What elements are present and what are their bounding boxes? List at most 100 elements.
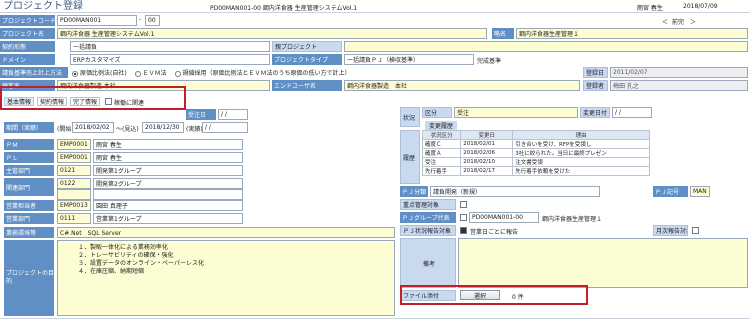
code-label: プロジェクトコード bbox=[0, 15, 55, 26]
code-suffix-input[interactable]: 00 bbox=[145, 15, 160, 26]
radio-cost-ratio[interactable] bbox=[72, 70, 78, 77]
important-checkbox[interactable] bbox=[460, 201, 467, 208]
enduser-label: エンドユーザ名 bbox=[272, 80, 342, 91]
group-checkbox[interactable] bbox=[460, 214, 467, 221]
period-end-input[interactable]: 2018/12/30 bbox=[142, 122, 184, 133]
report-checkbox[interactable] bbox=[460, 227, 467, 234]
abbr-input[interactable]: 鋼内洋食器生産管理１ bbox=[516, 28, 748, 39]
period-start-input[interactable]: 2018/02/02 bbox=[72, 122, 114, 133]
sales-mgr-name: 園田 真理子 bbox=[93, 200, 243, 211]
period-actual-input[interactable]: / / bbox=[202, 122, 248, 133]
table-row[interactable]: 確度Ｃ 2018/02/01 引き合いを受け、RFPを受領し bbox=[421, 139, 650, 149]
parent-label: 親プロジェクト bbox=[272, 41, 342, 52]
remarks-label: 備考 bbox=[400, 238, 456, 288]
report-value: 営業日ごとに報告 bbox=[470, 229, 519, 236]
reg-date-label: 登録日 bbox=[583, 67, 608, 78]
page-title: プロジェクト登録 bbox=[3, 1, 83, 12]
history-header-date: 変更日 bbox=[460, 130, 514, 140]
rel-dept-label: 関連部門 bbox=[4, 178, 54, 196]
code-input[interactable]: PD00MAN001 bbox=[57, 15, 137, 26]
abbr-label: 略名 bbox=[492, 28, 514, 39]
important-label: 重点管理対象 bbox=[400, 199, 456, 210]
history-table: 状況区分 変更日 理由 確度Ｃ 2018/02/01 引き合いを受け、RFPを受領し… bbox=[421, 130, 650, 176]
domain-label: ドメイン bbox=[0, 54, 55, 65]
monthly-label: 月次報告対象 bbox=[653, 225, 688, 236]
period-sep: 〜(見込) bbox=[116, 126, 139, 133]
tabs-highlight bbox=[0, 86, 186, 110]
bottom-divider bbox=[0, 318, 750, 319]
group-code[interactable]: PD00MAN001-00 bbox=[469, 212, 539, 223]
pj-class-select[interactable]: 請負開発（新規） bbox=[430, 186, 600, 197]
pj-sign-label: ＰＪ記号 bbox=[653, 186, 688, 197]
sales-mgr-code[interactable]: EMP0013 bbox=[57, 200, 91, 211]
history-title: 変更履歴 bbox=[425, 121, 458, 130]
history-header-reason: 理由 bbox=[512, 130, 650, 140]
group-label: ＰＪグループ代表 bbox=[400, 212, 456, 223]
name-label: プロジェクト名 bbox=[0, 28, 55, 39]
file-highlight bbox=[400, 285, 588, 305]
parent-input[interactable] bbox=[344, 41, 748, 52]
name-input[interactable]: 鋼内洋食器 生産管理システムVol.1 bbox=[57, 28, 487, 39]
radio-evm[interactable] bbox=[134, 70, 141, 77]
registrant-label: 登録者 bbox=[583, 80, 608, 91]
domain-select[interactable]: ERPカスタマイズ bbox=[70, 54, 270, 65]
monthly-checkbox[interactable] bbox=[692, 227, 699, 234]
purpose-line-4: ４．在庫圧縮、納期短縮 bbox=[78, 268, 145, 275]
table-row[interactable]: 先行着手 2018/02/17 先行着手依頼を受けた bbox=[421, 166, 650, 176]
history-side-label: 履歴 bbox=[400, 130, 420, 184]
pj-sign-input[interactable]: MAN bbox=[690, 186, 710, 197]
rel-dept-name-2 bbox=[93, 189, 243, 200]
change-date-input[interactable]: / / bbox=[612, 107, 652, 118]
ptype-select[interactable]: 一括請負ＰＪ（検収基準） bbox=[344, 54, 474, 65]
sales-dept-label: 営業部門 bbox=[4, 213, 54, 224]
contract-label: 契約形態 bbox=[0, 41, 55, 52]
sales-dept-code[interactable]: 0111 bbox=[57, 213, 91, 224]
pj-class-label: ＰＪ分類 bbox=[400, 186, 428, 197]
contract-select[interactable]: 一括請負 bbox=[70, 41, 270, 52]
pl-code[interactable]: EMP0001 bbox=[57, 152, 91, 163]
env-input[interactable]: C#.Net SQL Server bbox=[57, 227, 395, 238]
due-input[interactable]: / / bbox=[218, 109, 248, 120]
radio-low-cost[interactable] bbox=[174, 70, 181, 77]
period-actual-label: (実績) bbox=[186, 126, 203, 133]
change-date-label: 変更日付 bbox=[580, 107, 610, 118]
purpose-line-3: ３．設置データのオンライン・ペーパーレス化 bbox=[78, 260, 204, 267]
pm-label: ＰＭ bbox=[4, 139, 54, 150]
current-date: 2018/07/09 bbox=[683, 3, 718, 10]
sales-radio-group[interactable]: 原価比例法(自社) ＥＶＭ法 規値採用（原価比例法とＥＶＭ法のうち原価の低い方で… bbox=[72, 68, 351, 77]
enduser-input[interactable]: 鋼内洋食器製造 本社 bbox=[344, 80, 580, 91]
kubun-select[interactable]: 受注 bbox=[454, 107, 578, 118]
sales-dept-name: 営業第1グループ bbox=[93, 213, 243, 224]
env-label: 業務環境等 bbox=[4, 227, 54, 238]
purpose-textarea[interactable]: １．製販一体化による業務効率化 ２．トレーサビリティの確保・強化 ３．設置データ… bbox=[57, 240, 395, 316]
pm-name: 雨宮 春生 bbox=[93, 139, 243, 150]
rel-dept-name: 開発第2グループ bbox=[93, 178, 243, 189]
period-label: 期間（実績） bbox=[4, 122, 54, 133]
purpose-line-1: １．製販一体化による業務効率化 bbox=[78, 244, 168, 251]
ptype-note: 完成基準 bbox=[477, 58, 502, 65]
pm-code[interactable]: EMP0001 bbox=[57, 139, 91, 150]
pl-label: ＰＬ bbox=[4, 152, 54, 163]
rel-dept-code[interactable]: 0122 bbox=[57, 178, 91, 189]
purpose-label: プロジェクトの目的 bbox=[4, 240, 54, 316]
report-label: ＰＪ状況報告対象 bbox=[400, 225, 456, 236]
sales-method-label: 請負基準売上計上方法 bbox=[0, 67, 68, 78]
due-label: 受注日 bbox=[186, 109, 216, 120]
pl-name: 雨宮 春生 bbox=[93, 152, 243, 163]
purpose-line-2: ２．トレーサビリティの確保・強化 bbox=[78, 252, 174, 259]
registrant-value: 梅田 孔之 bbox=[610, 80, 748, 91]
dept-label: 主管部門 bbox=[4, 165, 54, 176]
user-name: 雨宮 春生 bbox=[637, 5, 663, 12]
remarks-textarea[interactable] bbox=[458, 238, 748, 288]
ptype-label: プロジェクトタイプ bbox=[272, 54, 342, 65]
reg-date-value: 2011/02/07 bbox=[610, 67, 748, 78]
dept-name: 開発第1グループ bbox=[93, 165, 243, 176]
rel-dept-code-2[interactable] bbox=[57, 189, 91, 200]
nav-next-button[interactable]: ＞ bbox=[690, 17, 696, 26]
nav-prev-button[interactable]: ＜ bbox=[662, 17, 668, 26]
dept-code[interactable]: 0121 bbox=[57, 165, 91, 176]
table-row[interactable]: 受注 2018/02/10 注文書受領 bbox=[421, 157, 650, 167]
group-name: 鋼内洋食器生産管理１ bbox=[542, 216, 603, 223]
table-row[interactable]: 確度Ａ 2018/02/06 3社に絞られた。当日に最終プレゼン bbox=[421, 148, 650, 158]
history-header-status: 状況区分 bbox=[421, 130, 462, 140]
